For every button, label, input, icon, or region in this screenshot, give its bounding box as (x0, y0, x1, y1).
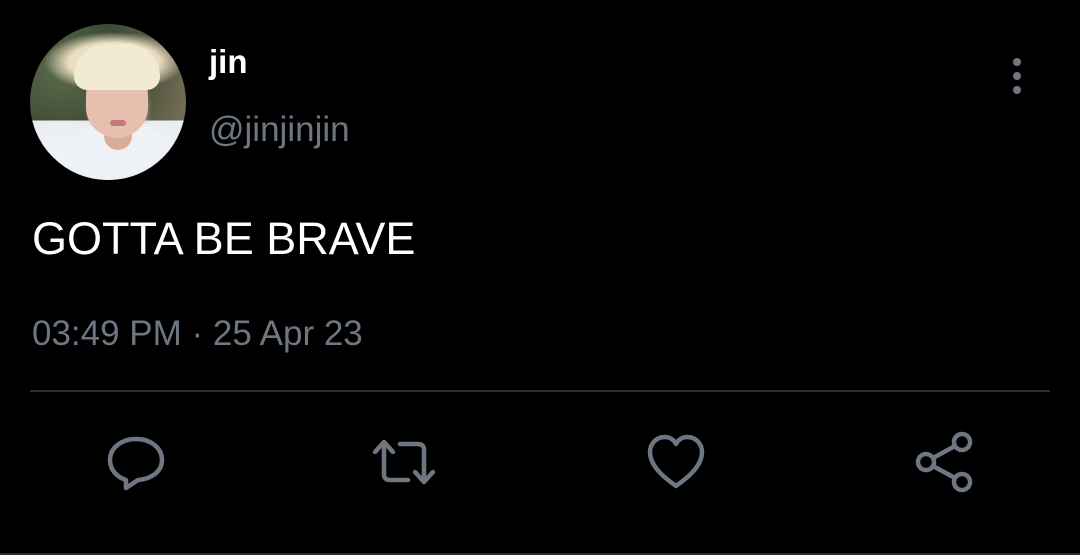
share-icon (915, 431, 973, 493)
avatar-lips (110, 120, 126, 126)
reply-button[interactable] (104, 430, 168, 494)
avatar[interactable] (30, 24, 186, 180)
divider (30, 390, 1050, 392)
heart-icon (647, 434, 705, 489)
avatar-hair (74, 44, 160, 90)
retweet-icon (372, 439, 436, 485)
like-button[interactable] (644, 430, 708, 494)
username[interactable]: @jinjinjin (209, 110, 350, 150)
more-vertical-icon (1013, 72, 1021, 80)
retweet-button[interactable] (372, 430, 436, 494)
share-button[interactable] (912, 430, 976, 494)
tweet-text: GOTTA BE BRAVE (32, 213, 416, 264)
reply-icon (107, 436, 165, 491)
tweet-timestamp[interactable]: 03:49 PM · 25 Apr 23 (32, 312, 363, 356)
display-name[interactable]: jin (209, 42, 248, 82)
tweet-detail: jin @jinjinjin GOTTA BE BRAVE 03:49 PM ·… (0, 0, 1080, 555)
more-options-button[interactable] (1000, 54, 1034, 98)
more-vertical-icon (1013, 86, 1021, 94)
more-vertical-icon (1013, 58, 1021, 66)
